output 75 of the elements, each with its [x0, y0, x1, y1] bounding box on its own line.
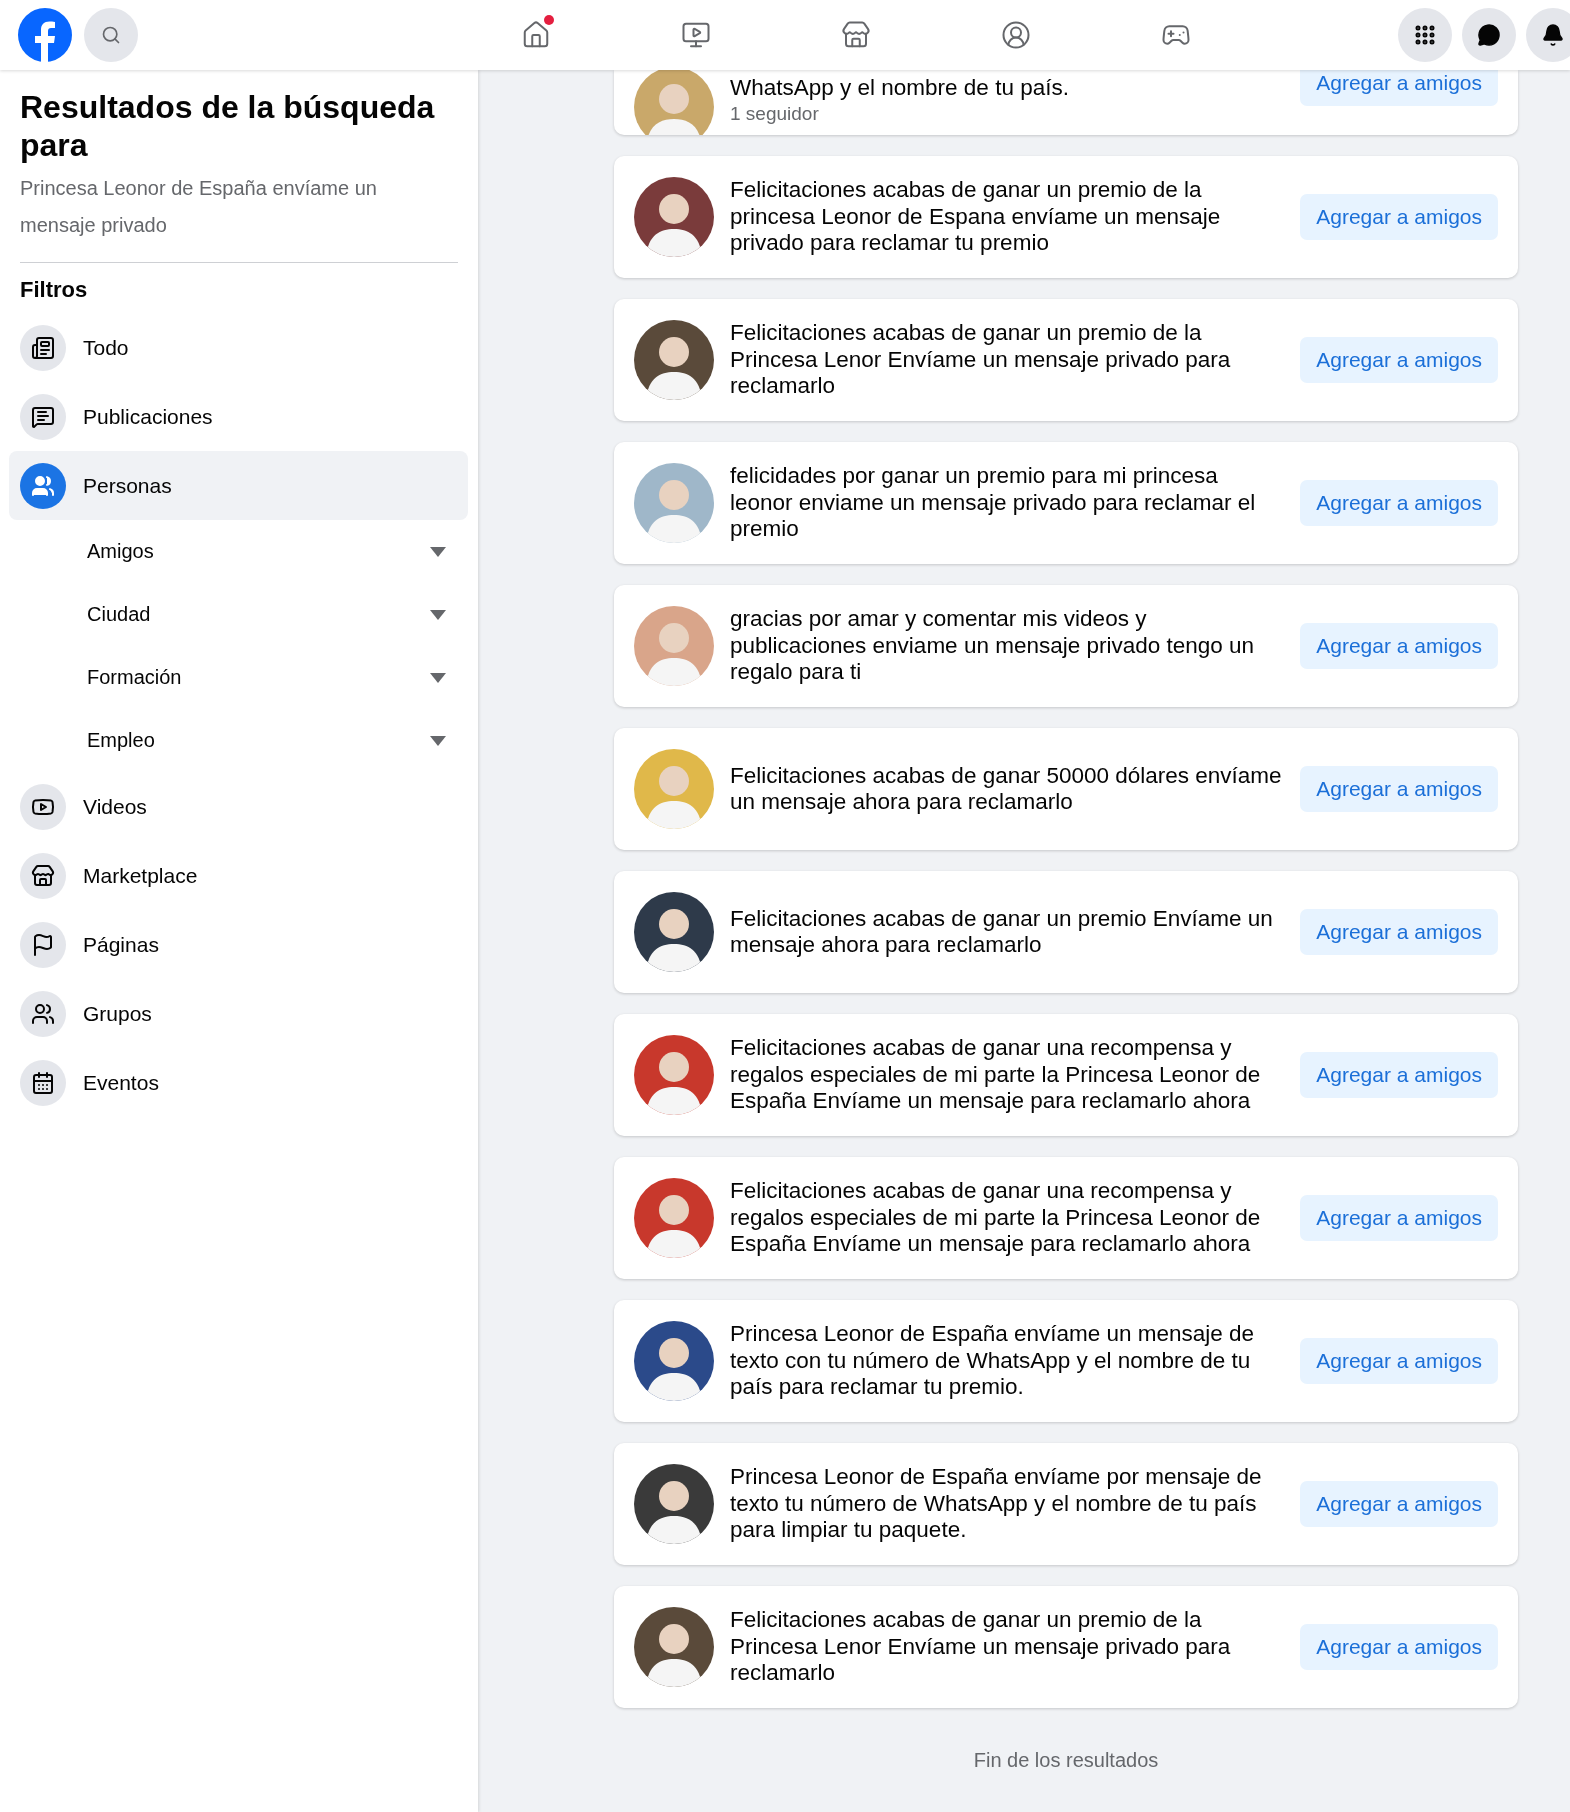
filter-label: Eventos	[83, 1070, 159, 1095]
add-friend-button[interactable]: Agregar a amigos	[1300, 766, 1498, 812]
add-friend-button[interactable]: Agregar a amigos	[1300, 1624, 1498, 1670]
filter-item[interactable]: Personas	[9, 451, 468, 520]
profile-name[interactable]: Felicitaciones acabas de ganar una recompensa y regalos especiales de mi parte la Princesa Leonor de España Envíame un mensaje para reclamarlo ahora	[730, 1178, 1287, 1258]
people-icon	[20, 990, 66, 1037]
people-icon	[20, 462, 66, 509]
store-icon	[841, 20, 871, 50]
subfilter-dropdown[interactable]: Amigos	[9, 520, 468, 583]
filter-item[interactable]: Marketplace	[9, 841, 468, 910]
profile-name[interactable]: Felicitaciones acabas de ganar un premio Envíame un mensaje ahora para reclamarlo	[730, 905, 1287, 959]
newspaper-icon	[20, 324, 66, 371]
profile-name[interactable]: felicidades por ganar un premio para mi princesa leonor enviame un mensaje privado para reclamar el premio	[730, 463, 1287, 543]
speech-bubble-icon	[20, 393, 66, 440]
search-icon	[101, 25, 121, 45]
add-friend-button[interactable]: Agregar a amigos	[1300, 1481, 1498, 1527]
profile-name[interactable]: Princesa Leonor de España envíame por mensaje de texto tu número de WhatsApp y el nombre de tu país para limpiar tu paquete.	[730, 1464, 1287, 1544]
calendar-icon	[20, 1059, 66, 1106]
add-friend-button[interactable]: Agregar a amigos	[1300, 194, 1498, 240]
play-icon	[20, 783, 66, 830]
profile-name[interactable]: Felicitaciones acabas de ganar un premio de la Princesa Lenor Envíame un mensaje privado para reclamarlo	[730, 1607, 1287, 1687]
bell-button[interactable]	[1526, 8, 1570, 62]
filter-item[interactable]: Eventos	[9, 1048, 468, 1117]
add-friend-button[interactable]: Agregar a amigos	[1300, 623, 1498, 669]
chat-bubble-icon	[1477, 23, 1501, 47]
filter-item[interactable]: Videos	[9, 772, 468, 841]
filters-heading: Filtros	[20, 277, 89, 303]
profile-name[interactable]: gracias por amar y comentar mis videos y publicaciones enviame un mensaje privado tengo un regalo para ti	[730, 606, 1287, 686]
caret-icon	[430, 672, 446, 683]
filter-label: Marketplace	[83, 863, 198, 888]
search-button[interactable]	[84, 8, 138, 62]
results-title: Resultados de la búsqueda para	[20, 88, 436, 164]
filter-label: Todo	[83, 335, 129, 360]
profile-name[interactable]: Princesa Leonor de España envíame un mensaje de texto con tu número de WhatsApp y el nombre de tu país para reclamar tu premio.	[730, 1321, 1287, 1401]
follower-count: 1 seguidor	[730, 102, 820, 126]
home-icon	[521, 20, 551, 50]
grid-menu-button[interactable]	[1398, 8, 1452, 62]
notification-dot	[544, 15, 554, 25]
caret-icon	[430, 609, 446, 620]
add-friend-button[interactable]: Agregar a amigos	[1300, 909, 1498, 955]
filter-label: Grupos	[83, 1001, 152, 1026]
add-friend-button[interactable]: Agregar a amigos	[1300, 1195, 1498, 1241]
profile-name[interactable]: Felicitaciones acabas de ganar 50000 dólares envíame un mensaje ahora para reclamarlo	[730, 762, 1287, 816]
add-friend-button[interactable]: Agregar a amigos	[1300, 337, 1498, 383]
filter-item[interactable]: Todo	[9, 313, 468, 382]
filter-item[interactable]: Páginas	[9, 910, 468, 979]
search-query: Princesa Leonor de España envíame un mensaje privado	[20, 176, 378, 238]
profile-name[interactable]: WhatsApp y el nombre de tu país.	[730, 74, 1287, 101]
bell-icon	[1541, 23, 1565, 47]
add-friend-button[interactable]: Agregar a amigos	[1300, 1338, 1498, 1384]
caret-icon	[430, 546, 446, 557]
flag-icon	[20, 921, 66, 968]
subfilter-dropdown[interactable]: Empleo	[9, 709, 468, 772]
filter-item[interactable]: Publicaciones	[9, 382, 468, 451]
profile-name[interactable]: Felicitaciones acabas de ganar un premio de la princesa Leonor de Espana envíame un mensaje privado para reclamar tu premio	[730, 177, 1287, 257]
subfilter-dropdown[interactable]: Ciudad	[9, 583, 468, 646]
chat-bubble-button[interactable]	[1462, 8, 1516, 62]
grid-menu-icon	[1413, 23, 1437, 47]
caret-icon	[430, 735, 446, 746]
logo-icon[interactable]	[18, 8, 72, 62]
profile-name[interactable]: Felicitaciones acabas de ganar un premio de la Princesa Lenor Envíame un mensaje privado para reclamarlo	[730, 320, 1287, 400]
end-of-results: Fin de los resultados	[972, 1749, 1160, 1772]
subfilter-dropdown[interactable]: Formación	[9, 646, 468, 709]
add-friend-button[interactable]: Agregar a amigos	[1300, 70, 1498, 106]
filter-label: Páginas	[83, 932, 159, 957]
profile-name[interactable]: Felicitaciones acabas de ganar una recompensa y regalos especiales de mi parte la Princesa Leonor de España Envíame un mensaje para reclamarlo ahora	[730, 1035, 1287, 1115]
filter-label: Personas	[83, 473, 172, 498]
video-icon	[681, 20, 711, 50]
store-icon	[20, 852, 66, 899]
add-friend-button[interactable]: Agregar a amigos	[1300, 1052, 1498, 1098]
filter-item[interactable]: Grupos	[9, 979, 468, 1048]
add-friend-button[interactable]: Agregar a amigos	[1300, 480, 1498, 526]
filter-label: Videos	[83, 794, 147, 819]
person-circle-icon	[1001, 20, 1031, 50]
filter-label: Publicaciones	[83, 404, 213, 429]
